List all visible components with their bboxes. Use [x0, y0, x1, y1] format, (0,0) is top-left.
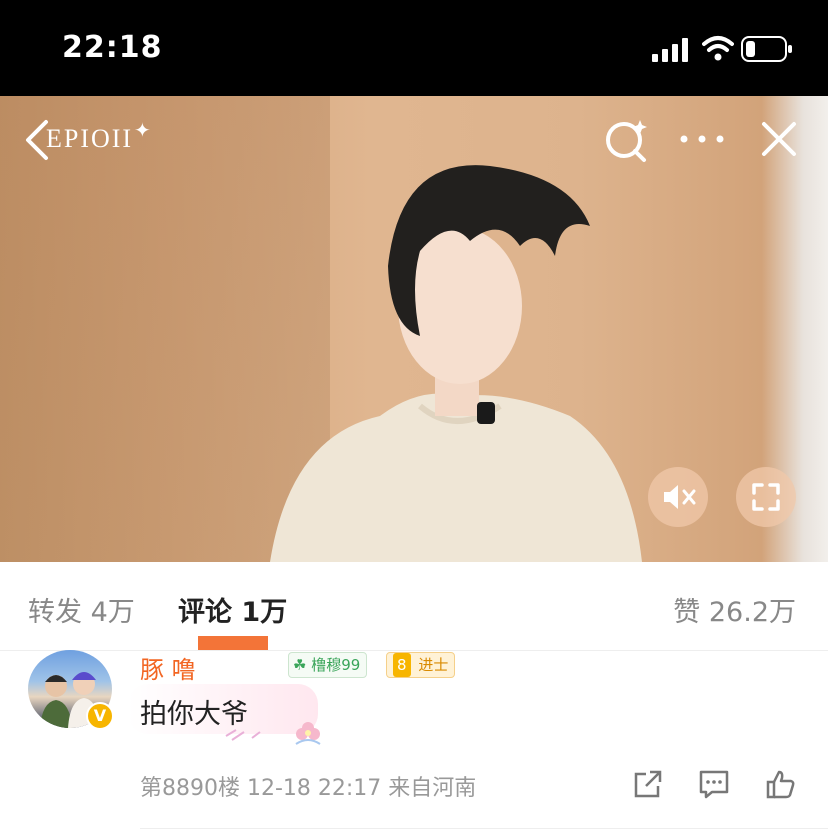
status-bar: 22:18 — [0, 0, 828, 96]
signal-icon — [652, 38, 688, 62]
fullscreen-icon — [752, 483, 780, 511]
share-button[interactable] — [632, 768, 664, 800]
back-button[interactable]: EPIOII ✦ — [24, 118, 154, 162]
comment-label: 评论 — [178, 597, 232, 628]
status-time: 22:18 — [62, 30, 163, 65]
fan-badge[interactable]: ☘ 橹穆99 — [288, 652, 368, 678]
battery-icon — [741, 36, 792, 62]
more-dots-icon — [680, 135, 724, 143]
level-number: 8 — [393, 653, 411, 677]
wifi-icon — [702, 36, 734, 61]
verified-badge: V — [86, 702, 114, 730]
flower-decoration-icon — [225, 722, 321, 745]
person-illustration — [270, 165, 642, 562]
fan-badge-text: 橹穆99 — [311, 656, 361, 674]
comment-icon — [699, 770, 729, 799]
search-sparkle-icon — [606, 120, 647, 162]
mute-button[interactable] — [648, 467, 708, 527]
level-badge[interactable]: 8 进士 — [386, 652, 456, 678]
like-button[interactable] — [764, 768, 796, 800]
like-count: 26.2万 — [708, 597, 796, 628]
more-button[interactable] — [680, 128, 724, 150]
like-tab[interactable]: 赞 26.2万 — [673, 590, 796, 629]
thumbs-up-icon — [766, 770, 795, 799]
comment-username[interactable]: 豚 噜 — [140, 650, 196, 685]
comment-meta: 第8890楼 12-18 22:17 来自河南 — [140, 776, 477, 801]
comment-count: 1万 — [241, 597, 288, 628]
like-label: 赞 — [673, 597, 701, 628]
stats-bar: 转发 4万 评论 1万 赞 26.2万 — [0, 562, 828, 651]
search-button[interactable] — [602, 116, 650, 164]
fullscreen-button[interactable] — [736, 467, 796, 527]
share-icon — [634, 770, 662, 798]
close-button[interactable] — [760, 120, 798, 158]
channel-logo-text: EPIOII — [46, 124, 134, 153]
level-title: 进士 — [418, 656, 449, 674]
repost-label: 转发 — [28, 597, 82, 628]
sparkle-icon: ✦ — [134, 118, 151, 142]
close-icon — [762, 122, 796, 156]
fan-club-icon: ☘ — [293, 656, 307, 674]
mute-icon — [664, 485, 696, 509]
comment-item: V 豚 噜 ☘ 橹穆99 8 进士 拍你大爷 第8890楼 12-18 22:1… — [0, 650, 828, 829]
reply-button[interactable] — [698, 768, 730, 800]
repost-count: 4万 — [90, 597, 135, 628]
comment-tab[interactable]: 评论 1万 — [178, 590, 287, 629]
redaction-mark — [198, 636, 268, 650]
repost-tab[interactable]: 转发 4万 — [28, 590, 135, 629]
